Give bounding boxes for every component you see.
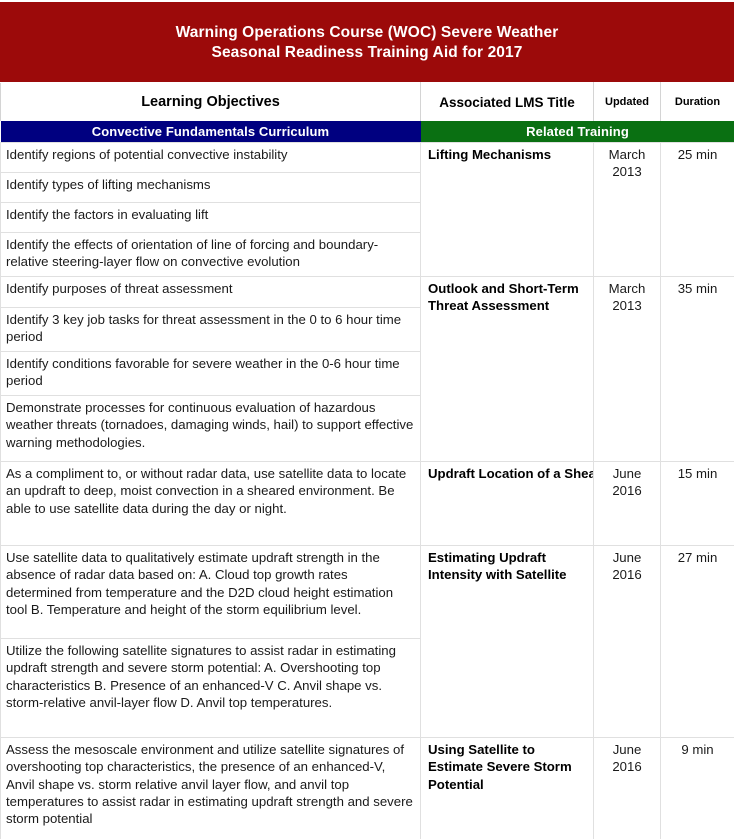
objective-cell: Identify the factors in evaluating lift	[0, 202, 421, 233]
section-band-convective: Convective Fundamentals Curriculum Relat…	[0, 121, 734, 143]
objective-cell: Demonstrate processes for continuous eva…	[0, 395, 421, 462]
lms-title-cell[interactable]: Lifting Mechanisms	[420, 142, 594, 277]
objective-cell: Identify conditions favorable for severe…	[0, 351, 421, 396]
updated-cell: June 2016	[593, 545, 661, 738]
lms-title-cell[interactable]: Estimating Updraft Intensity with Satell…	[420, 545, 594, 738]
table-row: Use satellite data to qualitatively esti…	[0, 545, 734, 738]
duration-cell: 9 min	[660, 737, 734, 839]
updated-cell: March 2013	[593, 276, 661, 462]
training-aid-table: Learning Objectives Associated LMS Title…	[0, 82, 734, 839]
duration-cell: 35 min	[660, 276, 734, 462]
duration-cell: 27 min	[660, 545, 734, 738]
duration-cell: 15 min	[660, 461, 734, 546]
updated-cell: June 2016	[593, 737, 661, 839]
page-title-banner: Warning Operations Course (WOC) Severe W…	[0, 2, 734, 82]
table-row: Identify regions of potential convective…	[0, 142, 734, 277]
lms-title-cell[interactable]: Outlook and Short-Term Threat Assessment	[420, 276, 594, 462]
table-column-header-row: Learning Objectives Associated LMS Title…	[0, 82, 734, 121]
column-header-duration: Duration	[660, 82, 734, 121]
curriculum-label-convective: Convective Fundamentals Curriculum	[0, 121, 421, 143]
banner-line-2: Seasonal Readiness Training Aid for 2017	[211, 44, 523, 61]
column-header-learning-objectives: Learning Objectives	[0, 82, 421, 121]
related-training-label-convective: Related Training	[420, 121, 734, 143]
objective-cell: Identify 3 key job tasks for threat asse…	[0, 307, 421, 352]
training-aid-page: Warning Operations Course (WOC) Severe W…	[0, 0, 734, 839]
column-header-updated: Updated	[593, 82, 661, 121]
table-row: Assess the mesoscale environment and uti…	[0, 737, 734, 839]
objective-cell: As a compliment to, or without radar dat…	[0, 461, 421, 546]
column-header-associated-lms-title: Associated LMS Title	[420, 82, 594, 121]
objective-cell: Identify regions of potential convective…	[0, 142, 421, 173]
table-row: As a compliment to, or without radar dat…	[0, 461, 734, 546]
table-row: Identify purposes of threat assessment O…	[0, 276, 734, 462]
duration-cell: 25 min	[660, 142, 734, 277]
lms-title-cell[interactable]: Updraft Location of a Sheared Storm	[420, 461, 594, 546]
objective-cell: Assess the mesoscale environment and uti…	[0, 737, 421, 839]
objective-cell: Identify the effects of orientation of l…	[0, 232, 421, 277]
updated-cell: March 2013	[593, 142, 661, 277]
objective-cell: Identify types of lifting mechanisms	[0, 172, 421, 203]
banner-line-1: Warning Operations Course (WOC) Severe W…	[175, 24, 559, 41]
objective-cell: Utilize the following satellite signatur…	[0, 638, 421, 738]
objective-cell: Use satellite data to qualitatively esti…	[0, 545, 421, 639]
objective-cell: Identify purposes of threat assessment	[0, 276, 421, 308]
lms-title-cell[interactable]: Using Satellite to Estimate Severe Storm…	[420, 737, 594, 839]
updated-cell: June 2016	[593, 461, 661, 546]
